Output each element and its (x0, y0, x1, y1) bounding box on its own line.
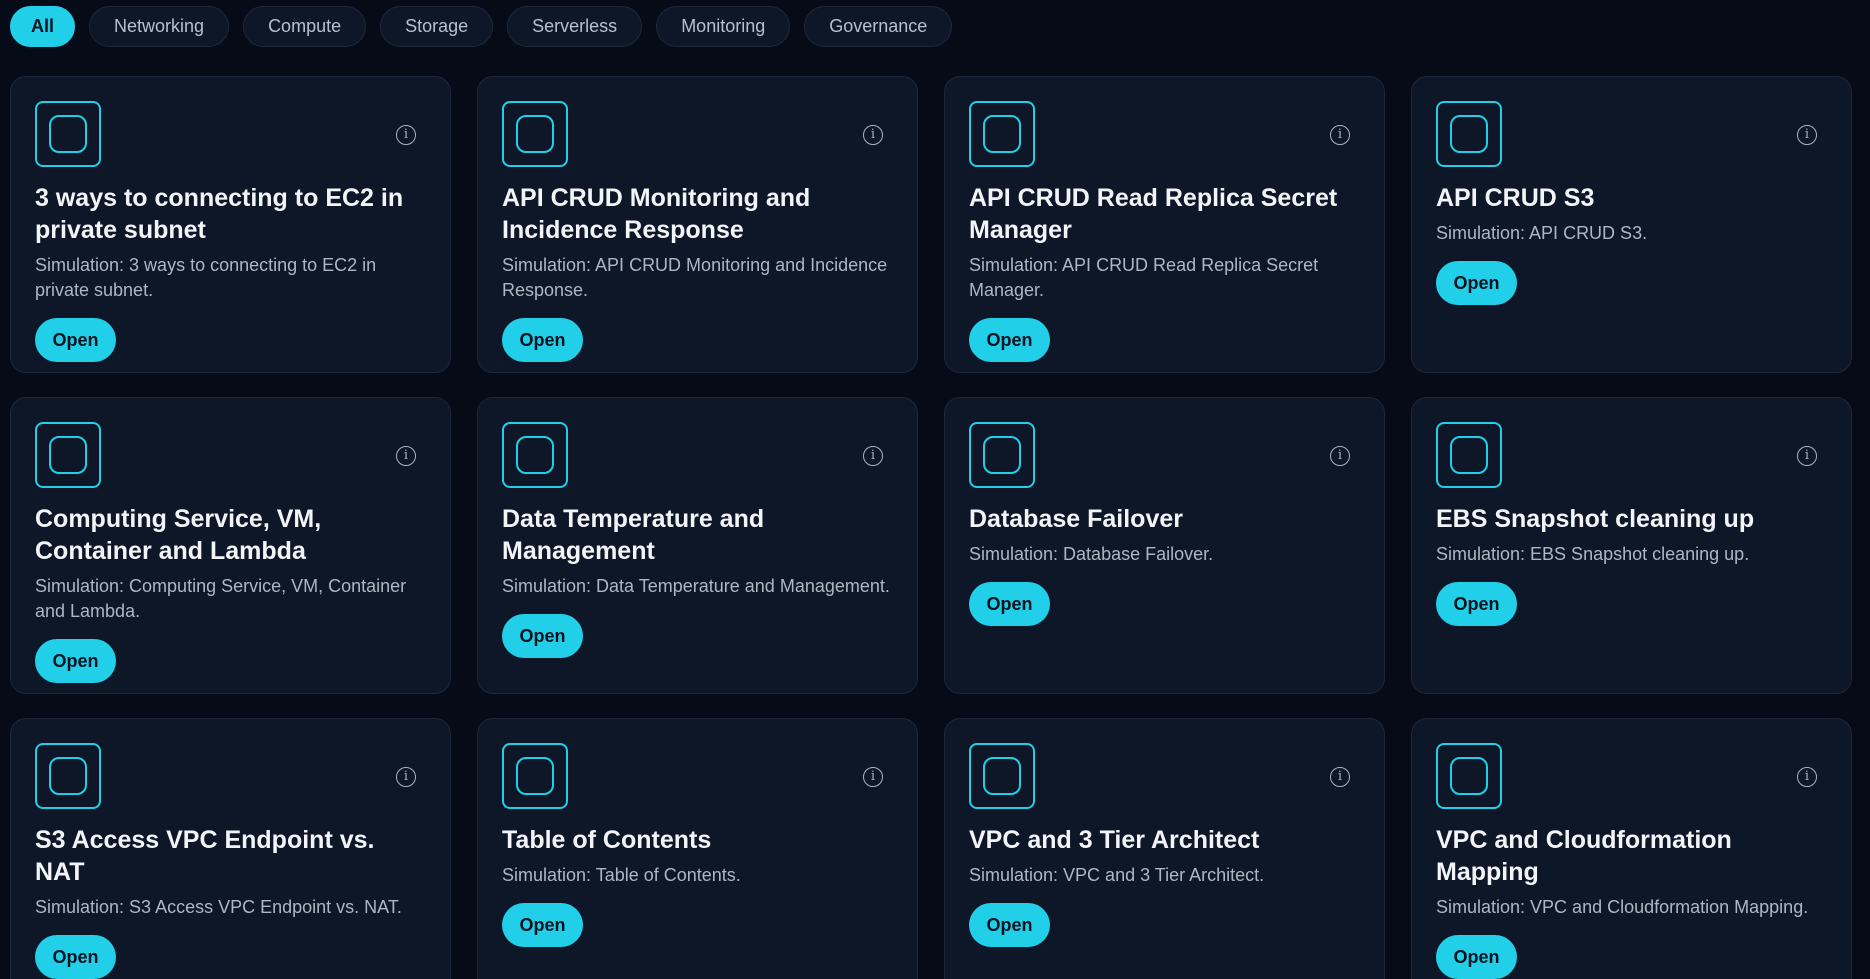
open-button[interactable]: Open (502, 903, 583, 947)
simulation-icon (502, 101, 568, 167)
card-title: Data Temperature and Management (502, 505, 765, 565)
card-description: Simulation: Data Temperature and Managem… (502, 576, 890, 596)
open-button[interactable]: Open (1436, 582, 1517, 626)
simulation-icon (1436, 422, 1502, 488)
filter-chip-monitoring[interactable]: Monitoring (656, 6, 791, 47)
category-filter-bar: All Networking Compute Storage Serverless Mon… (10, 6, 953, 47)
simulation-card: i API CRUD Monitoring and Incidence Respo… (477, 76, 918, 373)
open-button[interactable]: Open (35, 318, 116, 362)
filter-chip-compute[interactable]: Compute (243, 6, 367, 47)
card-title: 3 ways to connecting to EC2 in private s… (35, 184, 404, 244)
simulation-icon (502, 422, 568, 488)
simulation-card: i Database Failover Simulation: Database F… (944, 397, 1385, 694)
simulation-icon-inner (49, 757, 87, 795)
card-title: API CRUD Monitoring and Incidence Respon… (502, 184, 811, 244)
simulation-icon (35, 422, 101, 488)
filter-chip-storage[interactable]: Storage (380, 6, 494, 47)
simulation-icon (35, 101, 101, 167)
card-description: Simulation: 3 ways to connecting to EC2 … (35, 255, 377, 300)
simulation-icon (1436, 101, 1502, 167)
filter-chip-all[interactable]: All (10, 6, 76, 47)
simulation-icon-inner (516, 436, 554, 474)
card-description: Simulation: API CRUD S3. (1436, 223, 1648, 243)
info-icon[interactable]: i (863, 125, 883, 145)
card-description: Simulation: API CRUD Monitoring and Inci… (502, 255, 888, 300)
info-icon[interactable]: i (1797, 767, 1817, 787)
simulation-icon (969, 422, 1035, 488)
filter-chip-serverless[interactable]: Serverless (507, 6, 643, 47)
simulation-card: i API CRUD Read Replica Secret Manager Sim… (944, 76, 1385, 373)
open-button[interactable]: Open (502, 614, 583, 658)
simulation-icon-inner (1450, 115, 1488, 153)
simulation-card-grid: i 3 ways to connecting to EC2 in private … (10, 76, 1852, 979)
simulation-card: i 3 ways to connecting to EC2 in private … (10, 76, 451, 373)
simulation-card: i Computing Service, VM, Container and La… (10, 397, 451, 694)
card-title: EBS Snapshot cleaning up (1436, 505, 1755, 533)
simulation-catalog-page: All Networking Compute Storage Serverless Mon… (0, 0, 1870, 979)
simulation-card: i Table of Contents Simulation: Table of C… (477, 718, 918, 979)
open-button[interactable]: Open (969, 318, 1050, 362)
simulation-card: i API CRUD S3 Simulation: API CRUD S3. Open (1411, 76, 1852, 373)
info-icon[interactable]: i (396, 446, 416, 466)
simulation-icon (502, 743, 568, 809)
simulation-icon (969, 101, 1035, 167)
open-button[interactable]: Open (969, 903, 1050, 947)
open-button[interactable]: Open (969, 582, 1050, 626)
card-description: Simulation: S3 Access VPC Endpoint vs. N… (35, 897, 402, 917)
card-title: Table of Contents (502, 826, 712, 854)
simulation-icon-inner (516, 115, 554, 153)
simulation-icon (969, 743, 1035, 809)
card-description: Simulation: API CRUD Read Replica Secret… (969, 255, 1319, 300)
open-button[interactable]: Open (1436, 935, 1517, 979)
info-icon[interactable]: i (863, 767, 883, 787)
card-title: VPC and 3 Tier Architect (969, 826, 1260, 854)
card-title: VPC and Cloudformation Mapping (1436, 826, 1732, 886)
info-icon[interactable]: i (1797, 125, 1817, 145)
card-description: Simulation: VPC and Cloudformation Mappi… (1436, 897, 1809, 917)
simulation-card: i VPC and 3 Tier Architect Simulation: VPC… (944, 718, 1385, 979)
simulation-card: i S3 Access VPC Endpoint vs. NAT Simulatio… (10, 718, 451, 979)
simulation-icon-inner (516, 757, 554, 795)
card-title: API CRUD Read Replica Secret Manager (969, 184, 1338, 244)
simulation-card: i VPC and Cloudformation Mapping Simulatio… (1411, 718, 1852, 979)
simulation-card: i Data Temperature and Management Simulati… (477, 397, 918, 694)
simulation-icon-inner (983, 115, 1021, 153)
simulation-icon (35, 743, 101, 809)
card-title: S3 Access VPC Endpoint vs. NAT (35, 826, 375, 886)
open-button[interactable]: Open (35, 935, 116, 979)
card-description: Simulation: Computing Service, VM, Conta… (35, 576, 407, 621)
simulation-card: i EBS Snapshot cleaning up Simulation: EBS… (1411, 397, 1852, 694)
simulation-icon-inner (49, 115, 87, 153)
simulation-icon-inner (983, 757, 1021, 795)
card-title: Database Failover (969, 505, 1183, 533)
info-icon[interactable]: i (396, 767, 416, 787)
card-title: Computing Service, VM, Container and Lam… (35, 505, 322, 565)
simulation-icon-inner (983, 436, 1021, 474)
filter-chip-networking[interactable]: Networking (89, 6, 230, 47)
info-icon[interactable]: i (1330, 767, 1350, 787)
simulation-icon-inner (49, 436, 87, 474)
card-description: Simulation: VPC and 3 Tier Architect. (969, 865, 1265, 885)
card-description: Simulation: EBS Snapshot cleaning up. (1436, 544, 1750, 564)
info-icon[interactable]: i (863, 446, 883, 466)
open-button[interactable]: Open (1436, 261, 1517, 305)
simulation-icon (1436, 743, 1502, 809)
info-icon[interactable]: i (1797, 446, 1817, 466)
open-button[interactable]: Open (35, 639, 116, 683)
info-icon[interactable]: i (396, 125, 416, 145)
card-description: Simulation: Database Failover. (969, 544, 1214, 564)
simulation-icon-inner (1450, 757, 1488, 795)
card-description: Simulation: Table of Contents. (502, 865, 741, 885)
info-icon[interactable]: i (1330, 446, 1350, 466)
open-button[interactable]: Open (502, 318, 583, 362)
filter-chip-governance[interactable]: Governance (804, 6, 953, 47)
info-icon[interactable]: i (1330, 125, 1350, 145)
simulation-icon-inner (1450, 436, 1488, 474)
card-title: API CRUD S3 (1436, 184, 1595, 212)
